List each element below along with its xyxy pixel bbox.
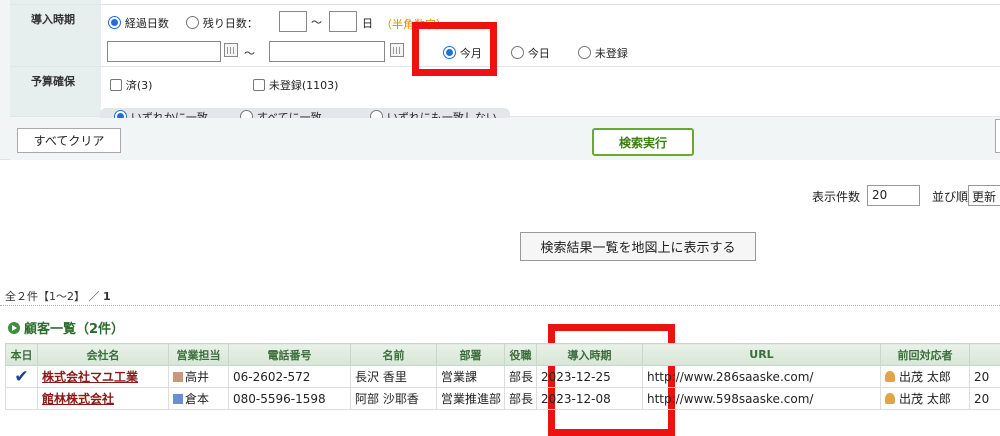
- cell-extra: 20: [969, 365, 1000, 388]
- radio-unregistered-indicator[interactable]: [578, 46, 591, 59]
- calendar-icon[interactable]: [224, 43, 238, 57]
- radio-unregistered[interactable]: 未登録: [578, 45, 628, 61]
- check-unregistered-label: 未登録(1103): [268, 79, 339, 92]
- calendar-icon[interactable]: [390, 43, 404, 57]
- table-header-row: 本日 会社名 営業担当 電話番号 名前 部署 役職 導入時期 URL 前回対応者: [5, 343, 1000, 366]
- check-done-label: 済(3): [125, 79, 153, 92]
- rep-color-icon: [173, 394, 183, 404]
- cell-intro: 2023-12-25: [536, 365, 643, 388]
- col-company[interactable]: 会社名: [37, 343, 169, 366]
- cell-last-contact: 出茂 太郎: [880, 365, 970, 388]
- cell-today: [5, 387, 38, 410]
- cell-company: 株式会社マユ工業: [37, 365, 169, 388]
- summary-page: 1: [103, 290, 111, 303]
- form-row-intro-period: 導入時期 経過日数 残り日数： ～ 日 （半角数字） ～ 今月 今日 未登録: [10, 5, 1000, 67]
- date-from-input[interactable]: [107, 41, 221, 62]
- cell-rep: 高井: [168, 365, 229, 388]
- last-contact-name: 出茂 太郎: [899, 370, 951, 384]
- col-intro[interactable]: 導入時期: [536, 343, 643, 366]
- sort-order-select[interactable]: 更新: [968, 185, 1000, 206]
- check-budget-done[interactable]: 済(3): [110, 77, 152, 93]
- side-button[interactable]: [995, 119, 1000, 153]
- customer-list-title-text: 顧客一覧（2件）: [24, 322, 125, 337]
- col-last-contact[interactable]: 前回対応者: [880, 343, 970, 366]
- customer-table: 本日 会社名 営業担当 電話番号 名前 部署 役職 導入時期 URL 前回対応者…: [5, 343, 1000, 410]
- radio-elapsed-indicator[interactable]: [108, 16, 121, 29]
- table-row[interactable]: 館林株式会社 倉本 080-5596-1598 阿部 沙耶香 営業推進部 部長 …: [5, 387, 1000, 410]
- cell-dept: 営業課: [436, 365, 505, 388]
- radio-remaining-indicator[interactable]: [186, 16, 199, 29]
- cell-url[interactable]: http://www.286saaske.com/: [642, 365, 881, 388]
- radio-elapsed-label: 経過日数: [124, 17, 169, 30]
- cell-last-contact: 出茂 太郎: [880, 387, 970, 410]
- col-extra[interactable]: [969, 343, 1000, 366]
- radio-today-label: 今日: [527, 47, 550, 60]
- rep-name: 倉本: [185, 392, 210, 406]
- cell-title: 部長: [504, 387, 537, 410]
- date-tilde: ～: [244, 47, 255, 60]
- cell-phone: 06-2602-572: [228, 365, 351, 388]
- form-label-previous: [10, 0, 101, 4]
- radio-today-indicator[interactable]: [511, 46, 524, 59]
- col-rep[interactable]: 営業担当: [168, 343, 229, 366]
- cell-today: ✔: [5, 365, 38, 388]
- days-from-input[interactable]: [279, 11, 307, 32]
- rep-name: 高井: [185, 370, 210, 384]
- sort-order-label: 並び順: [932, 190, 969, 204]
- col-phone[interactable]: 電話番号: [228, 343, 351, 366]
- clear-all-button[interactable]: すべてクリア: [17, 128, 121, 153]
- cell-name: 長沢 香里: [350, 365, 437, 388]
- radio-today[interactable]: 今日: [511, 45, 550, 61]
- cell-intro: 2023-12-08: [536, 387, 643, 410]
- budget-label: 予算確保: [10, 67, 101, 116]
- check-budget-unregistered[interactable]: 未登録(1103): [253, 77, 338, 93]
- display-count-label: 表示件数: [812, 190, 861, 204]
- check-mark-icon: ✔: [14, 366, 29, 387]
- company-link[interactable]: 館林株式会社: [42, 392, 114, 406]
- col-name[interactable]: 名前: [350, 343, 437, 366]
- check-done-box[interactable]: [110, 79, 122, 91]
- search-button-bar: すべてクリア 検索実行: [10, 118, 1000, 160]
- rep-color-icon: [173, 372, 183, 382]
- divider: [0, 305, 1000, 306]
- days-tilde: ～: [311, 16, 322, 29]
- days-unit: 日: [362, 17, 373, 30]
- date-to-input[interactable]: [269, 41, 385, 62]
- col-today[interactable]: 本日: [5, 343, 38, 366]
- col-title[interactable]: 役職: [504, 343, 537, 366]
- person-icon: [885, 393, 895, 404]
- search-execute-button[interactable]: 検索実行: [592, 128, 694, 156]
- display-count-input[interactable]: 20: [867, 185, 920, 206]
- radio-unregistered-label: 未登録: [594, 47, 628, 60]
- radio-remaining-days[interactable]: 残り日数：: [186, 15, 258, 31]
- last-contact-name: 出茂 太郎: [899, 392, 951, 406]
- search-panel: 導入時期 経過日数 残り日数： ～ 日 （半角数字） ～ 今月 今日 未登録 予…: [0, 0, 1000, 160]
- play-circle-icon: [8, 322, 20, 334]
- cell-name: 阿部 沙耶香: [350, 387, 437, 410]
- cell-dept: 営業推進部: [436, 387, 505, 410]
- days-to-input[interactable]: [329, 11, 357, 32]
- show-on-map-button[interactable]: 検索結果一覧を地図上に表示する: [520, 232, 756, 261]
- col-url[interactable]: URL: [642, 343, 881, 366]
- intro-period-label: 導入時期: [10, 5, 101, 66]
- result-summary: 全２件【1～2】 ／ 1: [5, 288, 111, 304]
- radio-elapsed-days[interactable]: 経過日数: [108, 15, 169, 31]
- table-row[interactable]: ✔ 株式会社マユ工業 高井 06-2602-572 長沢 香里 営業課 部長 2…: [5, 365, 1000, 388]
- cell-extra: 20: [969, 387, 1000, 410]
- customer-list-title: 顧客一覧（2件）: [8, 318, 124, 337]
- cell-company: 館林株式会社: [37, 387, 169, 410]
- summary-range: 全２件【1～2】: [5, 290, 85, 303]
- check-unregistered-box[interactable]: [253, 79, 265, 91]
- cell-url[interactable]: http://www.598saaske.com/: [642, 387, 881, 410]
- person-icon: [885, 371, 895, 382]
- summary-slash: ／: [88, 290, 100, 303]
- radio-remaining-label: 残り日数：: [202, 17, 258, 30]
- cell-title: 部長: [504, 365, 537, 388]
- col-dept[interactable]: 部署: [436, 343, 505, 366]
- company-link[interactable]: 株式会社マユ工業: [42, 370, 138, 384]
- cell-phone: 080-5596-1598: [228, 387, 351, 410]
- highlight-box-this-month: [412, 22, 497, 76]
- cell-rep: 倉本: [168, 387, 229, 410]
